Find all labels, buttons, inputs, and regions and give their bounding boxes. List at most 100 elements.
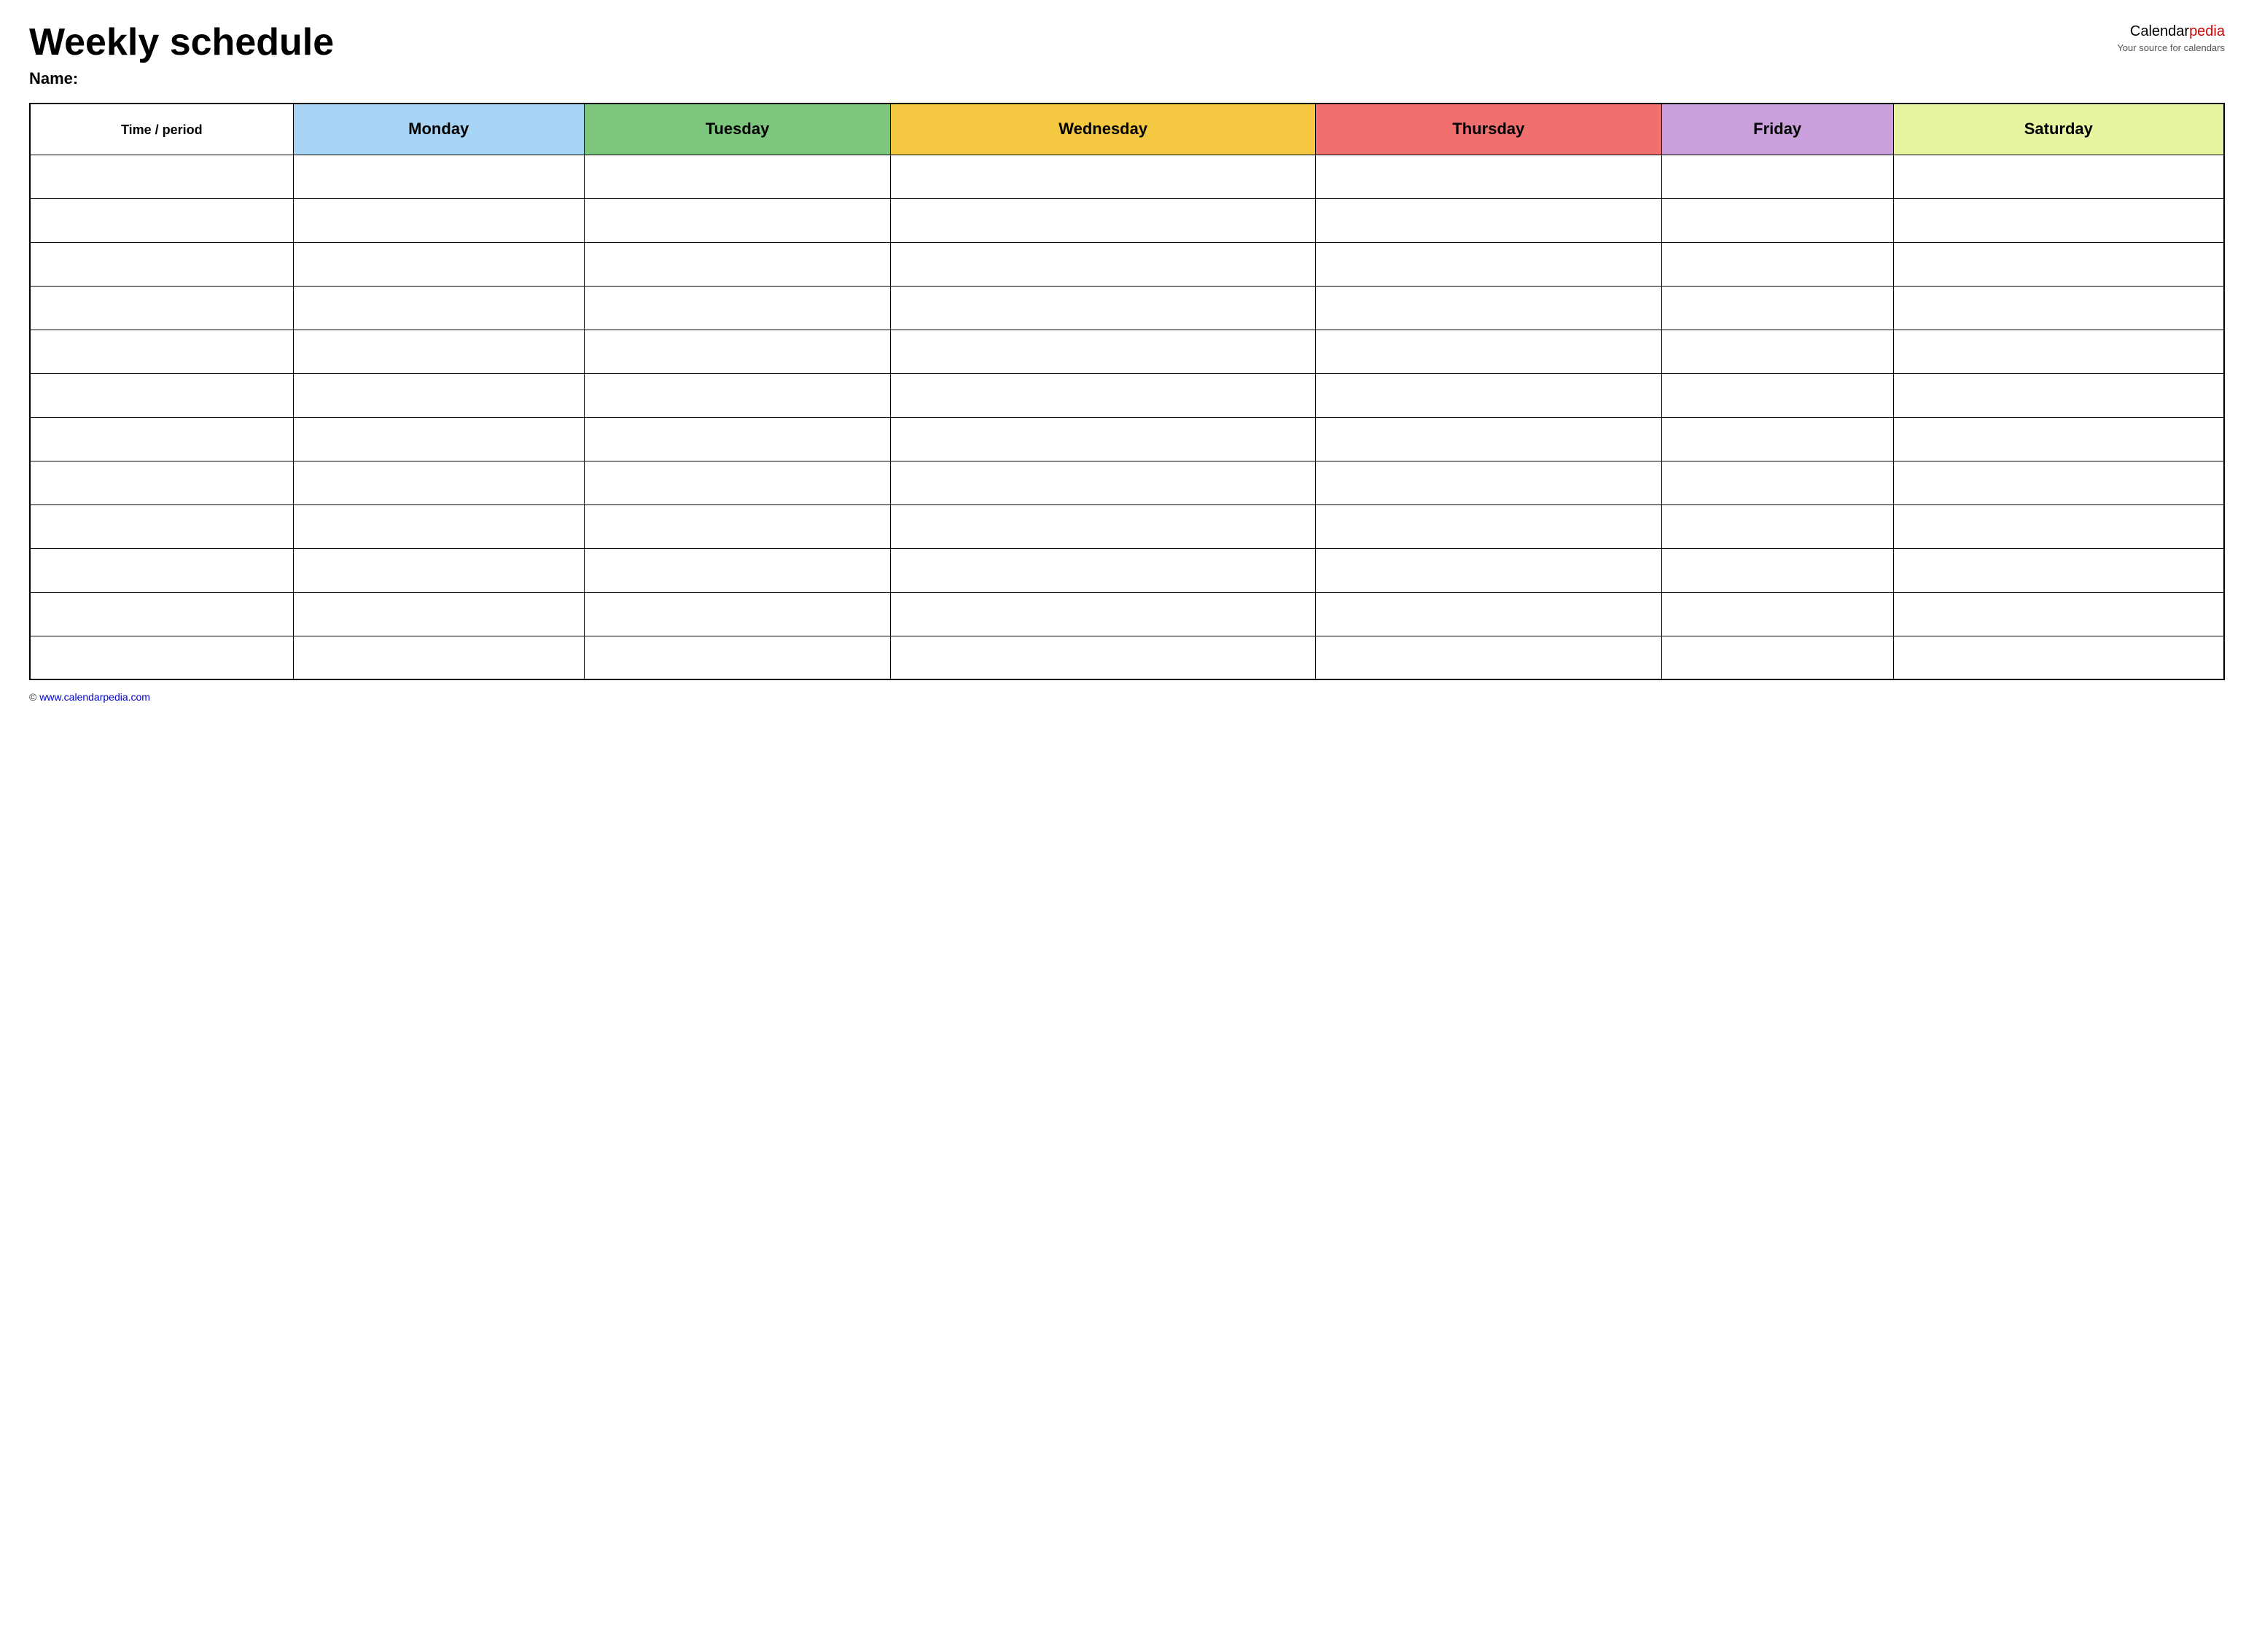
time-cell[interactable] (30, 330, 293, 373)
footer-link[interactable]: www.calendarpedia.com (39, 691, 150, 703)
time-cell[interactable] (30, 198, 293, 242)
schedule-cell[interactable] (1316, 636, 1662, 679)
schedule-cell[interactable] (1661, 548, 1893, 592)
schedule-cell[interactable] (891, 198, 1316, 242)
table-row (30, 548, 2224, 592)
schedule-cell[interactable] (1661, 198, 1893, 242)
schedule-cell[interactable] (1893, 592, 2224, 636)
schedule-cell[interactable] (891, 636, 1316, 679)
schedule-cell[interactable] (584, 330, 890, 373)
schedule-cell[interactable] (293, 330, 584, 373)
schedule-cell[interactable] (1661, 461, 1893, 504)
schedule-cell[interactable] (1661, 592, 1893, 636)
schedule-cell[interactable] (584, 286, 890, 330)
schedule-cell[interactable] (1661, 373, 1893, 417)
table-row (30, 330, 2224, 373)
schedule-cell[interactable] (1661, 330, 1893, 373)
schedule-cell[interactable] (891, 417, 1316, 461)
schedule-cell[interactable] (584, 592, 890, 636)
schedule-cell[interactable] (1893, 242, 2224, 286)
schedule-cell[interactable] (891, 242, 1316, 286)
footer: © www.calendarpedia.com (29, 691, 2225, 703)
schedule-cell[interactable] (1893, 373, 2224, 417)
schedule-cell[interactable] (1661, 286, 1893, 330)
time-cell[interactable] (30, 548, 293, 592)
schedule-cell[interactable] (293, 155, 584, 198)
schedule-cell[interactable] (584, 242, 890, 286)
title-section: Weekly schedule Name: (29, 22, 2117, 88)
header-thursday: Thursday (1316, 104, 1662, 155)
table-row (30, 373, 2224, 417)
schedule-cell[interactable] (1316, 417, 1662, 461)
schedule-cell[interactable] (1316, 198, 1662, 242)
time-cell[interactable] (30, 286, 293, 330)
schedule-cell[interactable] (1893, 286, 2224, 330)
schedule-cell[interactable] (1316, 461, 1662, 504)
schedule-cell[interactable] (293, 636, 584, 679)
schedule-cell[interactable] (584, 548, 890, 592)
schedule-cell[interactable] (1893, 330, 2224, 373)
schedule-cell[interactable] (891, 373, 1316, 417)
time-cell[interactable] (30, 242, 293, 286)
schedule-cell[interactable] (1893, 504, 2224, 548)
schedule-cell[interactable] (293, 286, 584, 330)
schedule-cell[interactable] (293, 548, 584, 592)
time-cell[interactable] (30, 461, 293, 504)
schedule-cell[interactable] (1316, 548, 1662, 592)
logo-calendar-part: Calendar (2130, 23, 2189, 39)
schedule-cell[interactable] (1661, 417, 1893, 461)
schedule-cell[interactable] (1316, 592, 1662, 636)
schedule-cell[interactable] (1893, 548, 2224, 592)
schedule-cell[interactable] (891, 330, 1316, 373)
schedule-cell[interactable] (1893, 636, 2224, 679)
table-row (30, 504, 2224, 548)
logo-pedia-part: pedia (2189, 23, 2225, 39)
header-monday: Monday (293, 104, 584, 155)
schedule-cell[interactable] (584, 417, 890, 461)
schedule-cell[interactable] (293, 461, 584, 504)
schedule-cell[interactable] (1316, 373, 1662, 417)
schedule-cell[interactable] (1893, 198, 2224, 242)
schedule-cell[interactable] (891, 155, 1316, 198)
schedule-cell[interactable] (584, 155, 890, 198)
schedule-cell[interactable] (1893, 155, 2224, 198)
schedule-cell[interactable] (293, 198, 584, 242)
schedule-cell[interactable] (1316, 242, 1662, 286)
schedule-cell[interactable] (1661, 242, 1893, 286)
schedule-cell[interactable] (1661, 155, 1893, 198)
time-cell[interactable] (30, 636, 293, 679)
schedule-cell[interactable] (1316, 330, 1662, 373)
schedule-cell[interactable] (891, 286, 1316, 330)
schedule-cell[interactable] (891, 461, 1316, 504)
schedule-cell[interactable] (891, 504, 1316, 548)
time-cell[interactable] (30, 373, 293, 417)
schedule-cell[interactable] (584, 461, 890, 504)
time-cell[interactable] (30, 155, 293, 198)
schedule-cell[interactable] (293, 592, 584, 636)
schedule-cell[interactable] (1316, 155, 1662, 198)
time-cell[interactable] (30, 504, 293, 548)
schedule-cell[interactable] (293, 504, 584, 548)
schedule-cell[interactable] (584, 636, 890, 679)
header-time: Time / period (30, 104, 293, 155)
schedule-cell[interactable] (293, 242, 584, 286)
schedule-cell[interactable] (293, 373, 584, 417)
schedule-cell[interactable] (1893, 461, 2224, 504)
schedule-table: Time / period Monday Tuesday Wednesday T… (29, 103, 2225, 680)
schedule-cell[interactable] (584, 198, 890, 242)
page-header: Weekly schedule Name: Calendarpedia Your… (29, 22, 2225, 88)
schedule-cell[interactable] (1316, 286, 1662, 330)
time-cell[interactable] (30, 592, 293, 636)
schedule-cell[interactable] (891, 592, 1316, 636)
schedule-cell[interactable] (584, 504, 890, 548)
schedule-cell[interactable] (1661, 636, 1893, 679)
schedule-cell[interactable] (891, 548, 1316, 592)
schedule-cell[interactable] (1893, 417, 2224, 461)
name-label: Name: (29, 69, 2117, 88)
schedule-cell[interactable] (584, 373, 890, 417)
schedule-cell[interactable] (1661, 504, 1893, 548)
schedule-cell[interactable] (293, 417, 584, 461)
schedule-cell[interactable] (1316, 504, 1662, 548)
table-row (30, 155, 2224, 198)
time-cell[interactable] (30, 417, 293, 461)
